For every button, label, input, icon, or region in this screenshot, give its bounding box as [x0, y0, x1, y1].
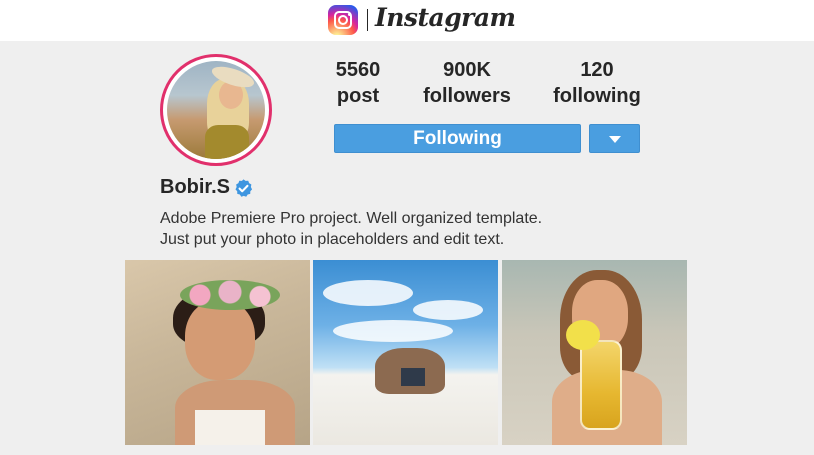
profile-bio: Adobe Premiere Pro project. Well organiz…	[160, 208, 542, 250]
post-thumbnail-flower-crown-portrait[interactable]	[125, 260, 310, 445]
verified-badge-icon	[235, 179, 253, 197]
portrait-dress	[195, 410, 265, 445]
avatar[interactable]	[160, 54, 272, 166]
lemon-slice	[566, 320, 600, 350]
drink-glass	[580, 340, 622, 430]
cloud	[333, 320, 453, 342]
post-thumbnail-woman-with-drink[interactable]	[502, 260, 687, 445]
followers-count-value: 900K	[443, 59, 491, 81]
posts-count-value: 5560	[335, 59, 381, 81]
following-count[interactable]: 120 following	[547, 57, 647, 109]
avatar-image	[167, 61, 265, 159]
follow-options-button[interactable]	[589, 124, 640, 153]
flower-crown	[180, 280, 280, 310]
cloud	[413, 300, 483, 320]
instagram-wordmark[interactable]: Instagram	[375, 3, 516, 32]
avatar-top	[205, 125, 249, 159]
logo-divider	[367, 9, 368, 31]
followers-count[interactable]: 900K followers	[417, 57, 517, 109]
following-button[interactable]: Following	[334, 124, 581, 153]
couple-shorts	[401, 368, 425, 386]
followers-count-label: followers	[423, 85, 511, 107]
following-count-label: following	[553, 85, 641, 107]
following-count-value: 120	[580, 59, 614, 81]
portrait-face	[185, 300, 255, 380]
chevron-down-icon	[609, 136, 621, 143]
posts-count[interactable]: 5560 post	[318, 57, 398, 109]
bio-line: Just put your photo in placeholders and …	[160, 231, 505, 248]
camera-lens	[338, 15, 348, 25]
posts-grid	[125, 260, 687, 445]
posts-count-label: post	[336, 85, 380, 107]
top-bar: Instagram	[0, 0, 814, 41]
profile-username: Bobir.S	[160, 176, 231, 198]
bio-line: Adobe Premiere Pro project. Well organiz…	[160, 210, 543, 227]
instagram-logo-icon[interactable]	[328, 5, 358, 35]
post-thumbnail-beach-couple[interactable]	[313, 260, 498, 445]
camera-flash-dot	[348, 13, 351, 16]
cloud	[323, 280, 413, 306]
